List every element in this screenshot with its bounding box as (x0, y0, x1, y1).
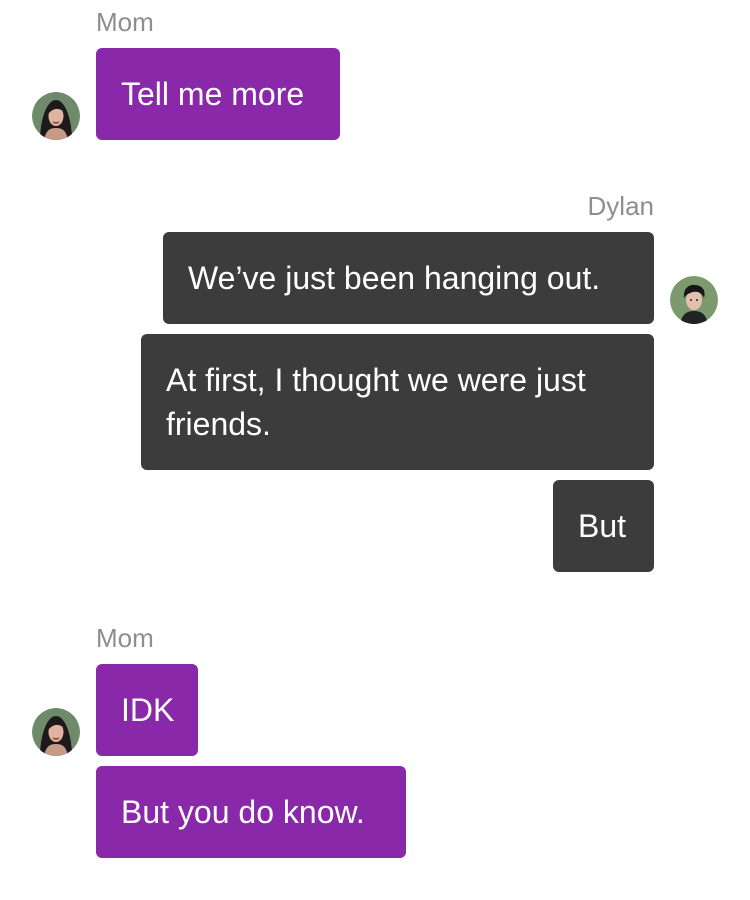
message-bubble[interactable]: We’ve just been hanging out. (163, 232, 654, 324)
sender-name-dylan: Dylan (587, 191, 654, 221)
message-bubble[interactable]: But you do know. (96, 766, 406, 858)
avatar-dylan[interactable] (670, 276, 718, 324)
message-bubble[interactable]: Tell me more (96, 48, 340, 140)
avatar-mom[interactable] (32, 708, 80, 756)
avatar-mom[interactable] (32, 92, 80, 140)
mom-avatar-icon (32, 92, 80, 140)
message-bubble[interactable]: IDK (96, 664, 198, 756)
sender-name-mom: Mom (96, 623, 154, 653)
sender-name-mom: Mom (96, 7, 154, 37)
dylan-avatar-icon (670, 276, 718, 324)
mom-avatar-icon (32, 708, 80, 756)
message-bubble[interactable]: At first, I thought we were just friends… (141, 334, 654, 470)
message-bubble[interactable]: But (553, 480, 654, 572)
